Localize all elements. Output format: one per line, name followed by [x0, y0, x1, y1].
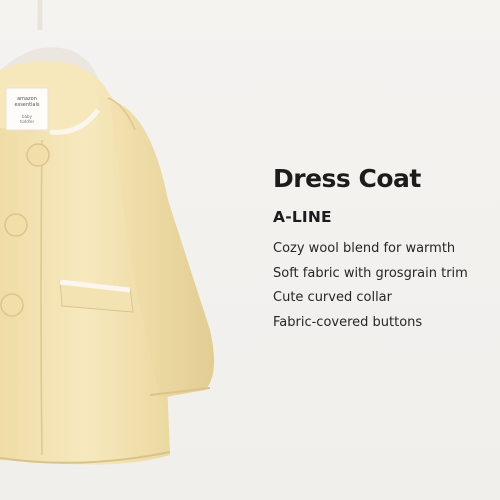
product-info: Dress Coat A-LINE Cozy wool blend for wa…: [273, 162, 493, 335]
tag-text-4: toddler: [20, 119, 35, 124]
product-title: Dress Coat: [273, 164, 421, 193]
clothing-tag: amazon essentials baby toddler: [5, 87, 49, 131]
coat-illustration: amazon essentials baby toddler: [0, 0, 214, 465]
product-card: amazon essentials baby toddler Dress Coa…: [0, 0, 500, 500]
coat-button: [0, 293, 24, 317]
tag-text-2: essentials: [15, 102, 40, 108]
coat-image: amazon essentials baby toddler: [0, 0, 240, 500]
feature-item: Soft fabric with grosgrain trim: [273, 265, 468, 281]
coat-button: [26, 143, 50, 167]
feature-item: Cute curved collar: [273, 290, 392, 305]
feature-item: Fabric-covered buttons: [273, 314, 423, 330]
product-subtitle: A-LINE: [273, 208, 332, 226]
feature-item: Cozy wool blend for warmth: [273, 241, 456, 256]
feature-list: Cozy wool blend for warmth Soft fabric w…: [273, 237, 493, 335]
coat-button: [4, 213, 28, 237]
